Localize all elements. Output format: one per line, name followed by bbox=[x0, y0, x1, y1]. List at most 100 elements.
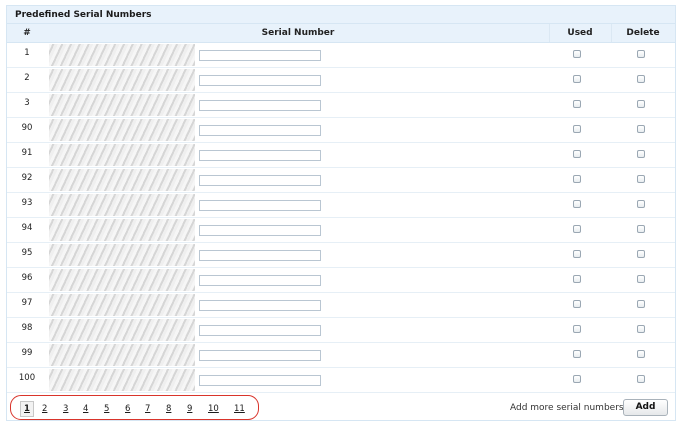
redacted-serial-value bbox=[49, 144, 195, 166]
page-link-10[interactable]: 10 bbox=[208, 404, 219, 414]
table-row: 97 bbox=[7, 293, 675, 318]
used-checkbox[interactable] bbox=[573, 250, 581, 258]
serial-number-input[interactable] bbox=[199, 100, 321, 111]
serial-number-input[interactable] bbox=[199, 175, 321, 186]
used-checkbox[interactable] bbox=[573, 375, 581, 383]
used-checkbox[interactable] bbox=[573, 175, 581, 183]
serial-number-cell bbox=[47, 118, 549, 142]
table-header: # Serial Number Used Delete bbox=[7, 24, 675, 43]
table-row: 2 bbox=[7, 68, 675, 93]
page-link-4[interactable]: 4 bbox=[83, 404, 88, 414]
delete-checkbox[interactable] bbox=[637, 100, 645, 108]
serial-number-input[interactable] bbox=[199, 50, 321, 61]
serial-number-input[interactable] bbox=[199, 375, 321, 386]
delete-checkbox[interactable] bbox=[637, 250, 645, 258]
used-checkbox[interactable] bbox=[573, 300, 581, 308]
serial-number-table-body: 1 2 3 90 91 92 93 94 95 96 97 98 99 100 bbox=[7, 43, 675, 393]
redacted-serial-value bbox=[49, 194, 195, 216]
used-checkbox[interactable] bbox=[573, 50, 581, 58]
used-checkbox[interactable] bbox=[573, 325, 581, 333]
header-index: # bbox=[23, 28, 31, 38]
redacted-serial-value bbox=[49, 219, 195, 241]
used-checkbox[interactable] bbox=[573, 125, 581, 133]
used-checkbox[interactable] bbox=[573, 150, 581, 158]
serial-number-cell bbox=[47, 68, 549, 92]
redacted-serial-value bbox=[49, 169, 195, 191]
row-number: 98 bbox=[21, 323, 33, 333]
redacted-serial-value bbox=[49, 244, 195, 266]
pagination: 1 2 3 4 5 6 7 8 9 10 11 bbox=[10, 395, 259, 420]
serial-numbers-panel: Predefined Serial Numbers # Serial Numbe… bbox=[6, 5, 676, 421]
delete-checkbox[interactable] bbox=[637, 275, 645, 283]
redacted-serial-value bbox=[49, 369, 195, 391]
delete-checkbox[interactable] bbox=[637, 375, 645, 383]
row-number: 3 bbox=[24, 98, 30, 108]
page-link-1[interactable]: 1 bbox=[20, 401, 34, 417]
used-checkbox[interactable] bbox=[573, 275, 581, 283]
delete-checkbox[interactable] bbox=[637, 200, 645, 208]
serial-number-input[interactable] bbox=[199, 125, 321, 136]
used-checkbox[interactable] bbox=[573, 225, 581, 233]
table-row: 92 bbox=[7, 168, 675, 193]
used-checkbox[interactable] bbox=[573, 200, 581, 208]
row-number: 96 bbox=[21, 273, 33, 283]
delete-checkbox[interactable] bbox=[637, 125, 645, 133]
delete-checkbox[interactable] bbox=[637, 300, 645, 308]
redacted-serial-value bbox=[49, 344, 195, 366]
header-serial-number: Serial Number bbox=[261, 28, 335, 38]
table-row: 98 bbox=[7, 318, 675, 343]
redacted-serial-value bbox=[49, 44, 195, 66]
page-link-8[interactable]: 8 bbox=[166, 404, 171, 414]
add-button[interactable]: Add bbox=[623, 399, 668, 416]
serial-number-cell bbox=[47, 293, 549, 317]
serial-number-input[interactable] bbox=[199, 350, 321, 361]
used-checkbox[interactable] bbox=[573, 100, 581, 108]
page-link-5[interactable]: 5 bbox=[104, 404, 109, 414]
serial-number-cell bbox=[47, 93, 549, 117]
row-number: 92 bbox=[21, 173, 33, 183]
serial-number-cell bbox=[47, 243, 549, 267]
used-checkbox[interactable] bbox=[573, 350, 581, 358]
delete-checkbox[interactable] bbox=[637, 225, 645, 233]
serial-number-input[interactable] bbox=[199, 300, 321, 311]
redacted-serial-value bbox=[49, 294, 195, 316]
table-row: 90 bbox=[7, 118, 675, 143]
delete-checkbox[interactable] bbox=[637, 150, 645, 158]
serial-number-input[interactable] bbox=[199, 75, 321, 86]
redacted-serial-value bbox=[49, 69, 195, 91]
serial-number-cell bbox=[47, 368, 549, 392]
table-footer: 1 2 3 4 5 6 7 8 9 10 11 Add more serial numbers? A… bbox=[7, 392, 675, 420]
table-row: 100 bbox=[7, 368, 675, 393]
table-row: 95 bbox=[7, 243, 675, 268]
serial-number-input[interactable] bbox=[199, 200, 321, 211]
table-row: 94 bbox=[7, 218, 675, 243]
redacted-serial-value bbox=[49, 94, 195, 116]
row-number: 2 bbox=[24, 73, 30, 83]
delete-checkbox[interactable] bbox=[637, 175, 645, 183]
serial-number-input[interactable] bbox=[199, 150, 321, 161]
delete-checkbox[interactable] bbox=[637, 325, 645, 333]
serial-number-input[interactable] bbox=[199, 250, 321, 261]
page-link-3[interactable]: 3 bbox=[63, 404, 68, 414]
serial-number-input[interactable] bbox=[199, 325, 321, 336]
page-link-6[interactable]: 6 bbox=[125, 404, 130, 414]
delete-checkbox[interactable] bbox=[637, 350, 645, 358]
delete-checkbox[interactable] bbox=[637, 75, 645, 83]
page-link-7[interactable]: 7 bbox=[145, 404, 150, 414]
table-row: 93 bbox=[7, 193, 675, 218]
redacted-serial-value bbox=[49, 319, 195, 341]
page-link-11[interactable]: 11 bbox=[234, 404, 245, 414]
serial-number-cell bbox=[47, 143, 549, 167]
redacted-serial-value bbox=[49, 119, 195, 141]
page-link-9[interactable]: 9 bbox=[187, 404, 192, 414]
serial-number-input[interactable] bbox=[199, 225, 321, 236]
serial-number-cell bbox=[47, 218, 549, 242]
delete-checkbox[interactable] bbox=[637, 50, 645, 58]
used-checkbox[interactable] bbox=[573, 75, 581, 83]
row-number: 1 bbox=[24, 48, 30, 58]
serial-number-input[interactable] bbox=[199, 275, 321, 286]
header-delete: Delete bbox=[626, 28, 660, 38]
table-row: 96 bbox=[7, 268, 675, 293]
page-link-2[interactable]: 2 bbox=[42, 404, 47, 414]
row-number: 90 bbox=[21, 123, 33, 133]
